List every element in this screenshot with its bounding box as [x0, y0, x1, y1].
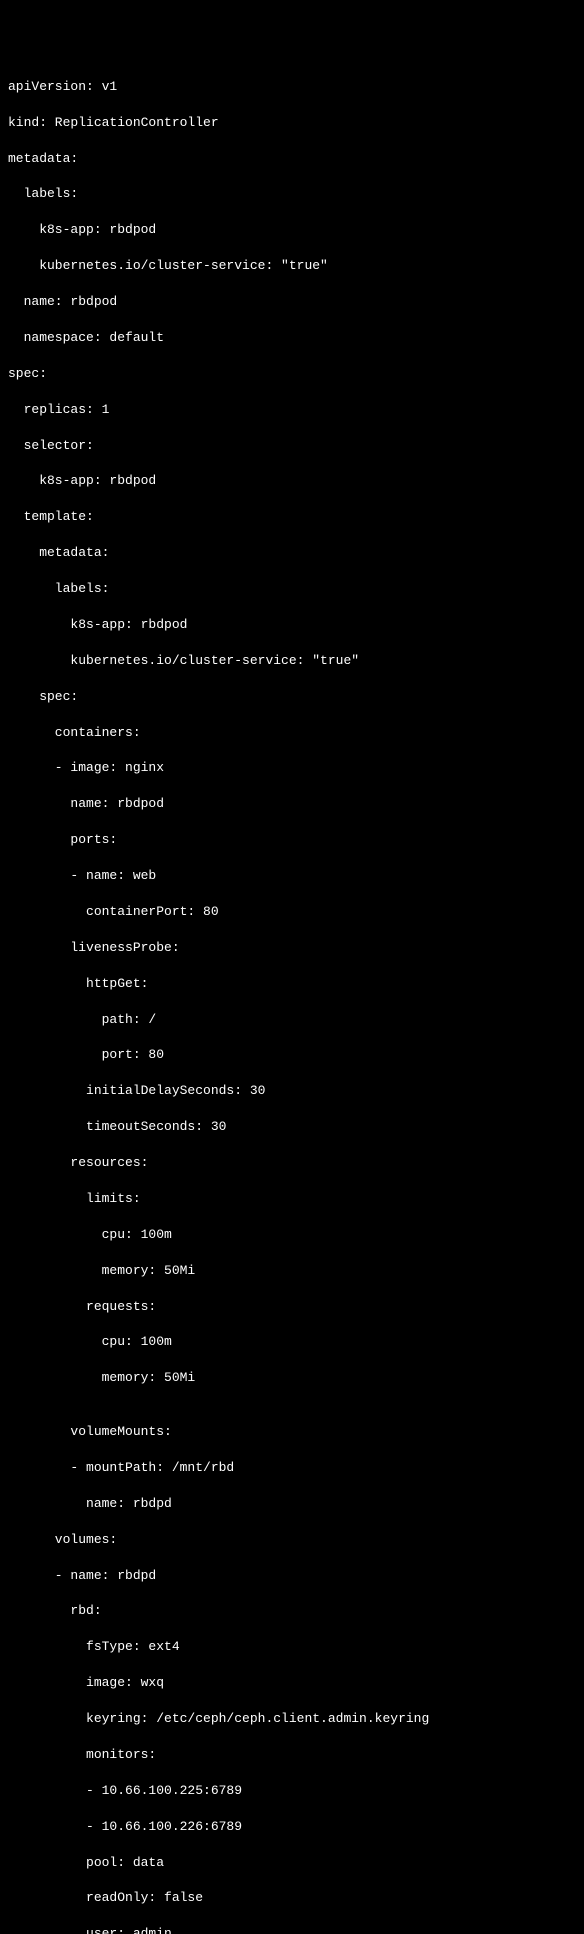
- yaml-line: - name: rbdpd: [8, 1567, 576, 1585]
- yaml-line: fsType: ext4: [8, 1638, 576, 1656]
- yaml-line: port: 80: [8, 1046, 576, 1064]
- yaml-line: k8s-app: rbdpod: [8, 472, 576, 490]
- yaml-line: requests:: [8, 1298, 576, 1316]
- yaml-line: httpGet:: [8, 975, 576, 993]
- yaml-line: image: wxq: [8, 1674, 576, 1692]
- yaml-line: selector:: [8, 437, 576, 455]
- yaml-line: timeoutSeconds: 30: [8, 1118, 576, 1136]
- yaml-line: resources:: [8, 1154, 576, 1172]
- yaml-line: cpu: 100m: [8, 1333, 576, 1351]
- yaml-line: volumes:: [8, 1531, 576, 1549]
- yaml-line: limits:: [8, 1190, 576, 1208]
- yaml-line: labels:: [8, 185, 576, 203]
- yaml-line: containers:: [8, 724, 576, 742]
- yaml-line: - 10.66.100.225:6789: [8, 1782, 576, 1800]
- yaml-line: volumeMounts:: [8, 1423, 576, 1441]
- yaml-line: readOnly: false: [8, 1889, 576, 1907]
- yaml-line: livenessProbe:: [8, 939, 576, 957]
- yaml-line: name: rbdpod: [8, 795, 576, 813]
- yaml-line: metadata:: [8, 150, 576, 168]
- yaml-line: monitors:: [8, 1746, 576, 1764]
- yaml-line: metadata:: [8, 544, 576, 562]
- yaml-line: apiVersion: v1: [8, 78, 576, 96]
- yaml-line: kubernetes.io/cluster-service: "true": [8, 652, 576, 670]
- yaml-line: kubernetes.io/cluster-service: "true": [8, 257, 576, 275]
- yaml-line: name: rbdpod: [8, 293, 576, 311]
- yaml-line: kind: ReplicationController: [8, 114, 576, 132]
- yaml-line: replicas: 1: [8, 401, 576, 419]
- yaml-line: keyring: /etc/ceph/ceph.client.admin.key…: [8, 1710, 576, 1728]
- yaml-line: containerPort: 80: [8, 903, 576, 921]
- yaml-line: name: rbdpd: [8, 1495, 576, 1513]
- yaml-line: - name: web: [8, 867, 576, 885]
- yaml-line: cpu: 100m: [8, 1226, 576, 1244]
- yaml-line: spec:: [8, 688, 576, 706]
- yaml-line: template:: [8, 508, 576, 526]
- yaml-line: memory: 50Mi: [8, 1262, 576, 1280]
- yaml-line: namespace: default: [8, 329, 576, 347]
- yaml-line: ports:: [8, 831, 576, 849]
- yaml-line: pool: data: [8, 1854, 576, 1872]
- yaml-line: path: /: [8, 1011, 576, 1029]
- yaml-line: user: admin: [8, 1925, 576, 1934]
- yaml-line: memory: 50Mi: [8, 1369, 576, 1387]
- yaml-line: rbd:: [8, 1602, 576, 1620]
- yaml-line: k8s-app: rbdpod: [8, 221, 576, 239]
- yaml-line: - mountPath: /mnt/rbd: [8, 1459, 576, 1477]
- yaml-line: - 10.66.100.226:6789: [8, 1818, 576, 1836]
- yaml-line: k8s-app: rbdpod: [8, 616, 576, 634]
- yaml-line: initialDelaySeconds: 30: [8, 1082, 576, 1100]
- yaml-line: - image: nginx: [8, 759, 576, 777]
- yaml-line: labels:: [8, 580, 576, 598]
- yaml-line: spec:: [8, 365, 576, 383]
